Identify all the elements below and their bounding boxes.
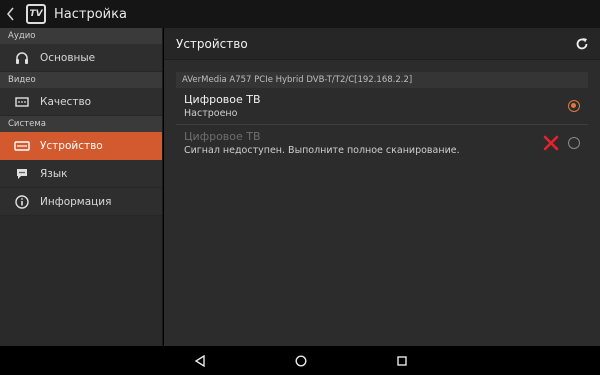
error-x-icon	[543, 135, 559, 150]
radio-unselected[interactable]	[568, 136, 580, 149]
refresh-icon	[576, 37, 588, 49]
option-digital-tv-unavailable[interactable]: Цифровое ТВ Сигнал недоступен. Выполните…	[176, 124, 588, 160]
video-quality-icon	[14, 94, 30, 110]
sidebar-item-device[interactable]: Устройство	[0, 132, 162, 160]
sidebar-item-label: Язык	[40, 167, 68, 180]
sidebar-item-language[interactable]: Язык	[0, 160, 162, 188]
circle-home-icon	[295, 355, 307, 367]
nav-recents-button[interactable]	[394, 353, 410, 369]
chat-icon	[14, 166, 30, 182]
sidebar-item-label: Основные	[40, 51, 96, 64]
sidebar-item-label: Информация	[40, 195, 112, 208]
option-subtitle: Сигнал недоступен. Выполните полное скан…	[184, 144, 460, 156]
app-bar: TV Настройка	[0, 0, 600, 28]
sidebar-item-info[interactable]: Информация	[0, 188, 162, 216]
sidebar: Аудио Основные Видео Качество Система Ус…	[0, 28, 163, 346]
app-logo-icon: TV	[26, 4, 46, 24]
sidebar-item-label: Качество	[40, 95, 92, 108]
app-logo-text: TV	[29, 9, 43, 19]
sidebar-item-label: Устройство	[40, 140, 103, 152]
section-header-audio: Аудио	[0, 28, 162, 44]
info-icon	[14, 194, 30, 210]
system-nav-bar	[0, 346, 600, 375]
option-subtitle: Настроено	[184, 108, 238, 119]
refresh-button[interactable]	[574, 36, 590, 52]
page-title: Устройство	[176, 36, 248, 51]
device-name-label: AVerMedia A757 PCIe Hybrid DVB-T/T2/C[19…	[176, 72, 588, 88]
square-recents-icon	[397, 356, 407, 366]
headphones-icon	[14, 50, 30, 66]
app-title: Настройка	[54, 6, 127, 22]
option-title: Цифровое ТВ	[184, 129, 261, 143]
radio-selected[interactable]	[568, 100, 580, 112]
sidebar-item-basic[interactable]: Основные	[0, 44, 162, 72]
triangle-back-icon	[194, 355, 205, 367]
sidebar-item-quality[interactable]: Качество	[0, 88, 162, 116]
nav-home-button[interactable]	[293, 353, 309, 369]
option-title: Цифровое ТВ	[184, 93, 261, 106]
chevron-left-icon	[7, 7, 14, 21]
option-digital-tv[interactable]: Цифровое ТВ Настроено	[176, 88, 588, 124]
main-header: Устройство	[164, 28, 600, 60]
nav-back-button[interactable]	[192, 353, 208, 369]
back-button[interactable]	[0, 0, 22, 28]
main-panel: Устройство AVerMedia A757 PCIe Hybrid DV…	[164, 28, 600, 346]
section-header-video: Видео	[0, 72, 162, 88]
section-header-system: Система	[0, 116, 162, 132]
device-icon	[14, 138, 30, 154]
